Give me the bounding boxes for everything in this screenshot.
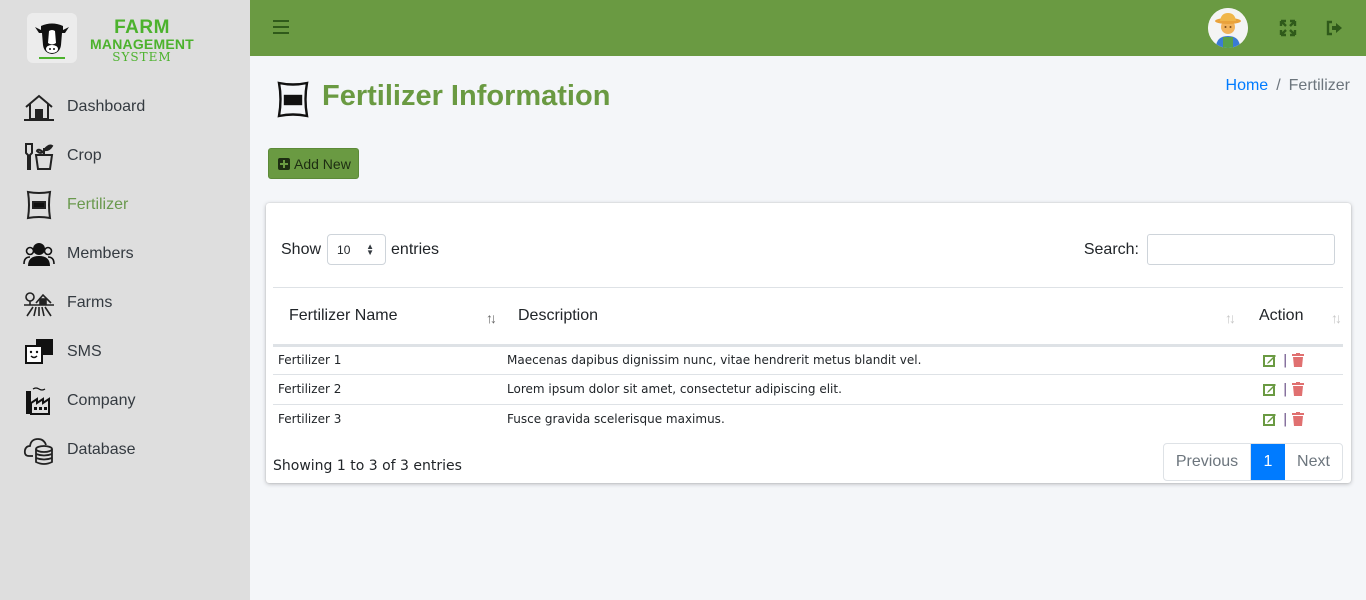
breadcrumb-current: Fertilizer <box>1288 77 1350 94</box>
fertilizer-name-cell: Fertilizer 1 <box>273 345 502 375</box>
users-icon <box>23 238 55 270</box>
previous-page-button[interactable]: Previous <box>1164 444 1251 480</box>
sidebar-item-label: Crop <box>67 146 102 164</box>
description-cell: Lorem ipsum dolor sit amet, consectetur … <box>502 374 1241 405</box>
brand-line-3: SYSTEM <box>112 50 172 64</box>
fertilizer-table: Fertilizer Name ↑↓ Description ↑↓ Action… <box>273 288 1343 434</box>
sidebar-item-fertilizer[interactable]: Fertilizer <box>0 180 250 229</box>
sidebar-item-crop[interactable]: Crop <box>0 131 250 180</box>
entries-per-page-value: 10 <box>337 242 351 257</box>
page-title: Fertilizer Information <box>322 80 611 112</box>
description-cell: Fusce gravida scelerisque maximus. <box>507 412 725 426</box>
plus-square-icon <box>278 157 290 170</box>
action-separator: | <box>1283 411 1288 427</box>
factory-icon <box>23 385 55 417</box>
expand-icon[interactable] <box>1278 18 1298 38</box>
edit-icon[interactable] <box>1263 412 1277 426</box>
fertilizer-name-cell: Fertilizer 3 <box>278 412 342 426</box>
cow-logo-icon <box>27 13 77 63</box>
column-header-action[interactable]: Action ↑↓ <box>1241 288 1343 347</box>
column-header-fertilizer-name[interactable]: Fertilizer Name ↑↓ <box>273 288 502 347</box>
breadcrumb-home-link[interactable]: Home <box>1226 77 1269 94</box>
show-label: Show <box>281 240 322 258</box>
sort-icon: ↑↓ <box>1331 310 1342 326</box>
select-arrows-icon: ▲ ▼ <box>366 242 375 257</box>
sort-icon: ↑↓ <box>1225 310 1236 326</box>
add-new-button[interactable]: Add New <box>268 148 359 179</box>
table-header-row: Fertilizer Name ↑↓ Description ↑↓ Action… <box>273 288 1343 347</box>
table-row: Fertilizer 1 Maecenas dapibus dignissim … <box>273 345 1343 375</box>
edit-icon[interactable] <box>1263 353 1277 368</box>
pagination: Previous 1 Next <box>1163 443 1343 481</box>
sidebar-item-company[interactable]: Company <box>0 376 250 425</box>
page-1-button[interactable]: 1 <box>1251 444 1285 480</box>
fertilizer-table-card: Show 10 ▲ ▼ entries Search: Fertilizer Na… <box>266 203 1351 483</box>
action-separator: | <box>1283 352 1288 368</box>
search-control: Search: <box>1084 234 1335 265</box>
search-input[interactable] <box>1147 234 1335 265</box>
sidebar-item-label: Farms <box>67 293 113 311</box>
house-icon <box>23 91 55 123</box>
sidebar-item-label: SMS <box>67 342 102 360</box>
action-cell: | <box>1241 404 1343 434</box>
farmer-avatar[interactable] <box>1208 8 1248 48</box>
sign-out-icon[interactable] <box>1324 18 1344 38</box>
trash-icon[interactable] <box>1292 382 1305 397</box>
entries-per-page-select[interactable]: 10 ▲ ▼ <box>327 234 387 265</box>
trash-icon[interactable] <box>1292 353 1305 368</box>
fertilizer-bag-icon <box>23 189 55 221</box>
cloud-database-icon <box>23 434 55 466</box>
sidebar-item-members[interactable]: Members <box>0 229 250 278</box>
action-separator: | <box>1283 381 1288 397</box>
sort-asc-icon: ↑↓ <box>486 310 497 326</box>
hamburger-icon[interactable] <box>273 20 289 34</box>
brand-line-2: MANAGEMENT <box>90 36 194 52</box>
breadcrumb: Home / Fertilizer <box>1226 77 1350 95</box>
search-label: Search: <box>1083 240 1139 258</box>
description-cell: Maecenas dapibus dignissim nunc, vitae h… <box>502 345 1241 375</box>
table-row: Fertilizer 2 Lorem ipsum dolor sit amet,… <box>273 374 1343 405</box>
table-row: Fertilizer 3 Fusce gravida scelerisque m… <box>273 404 1343 434</box>
action-cell: | <box>1241 374 1343 405</box>
sidebar-item-farms[interactable]: Farms <box>0 278 250 327</box>
fertilizer-name-cell: Fertilizer 2 <box>273 374 502 405</box>
edit-icon[interactable] <box>1263 382 1277 397</box>
farm-icon <box>23 287 55 319</box>
sidebar-item-label: Database <box>67 440 136 458</box>
chat-icon <box>23 336 55 368</box>
sidebar: FARM MANAGEMENT SYSTEM Dashboard Crop Fe… <box>0 0 250 600</box>
sidebar-item-sms[interactable]: SMS <box>0 327 250 376</box>
brand-line-1: FARM <box>114 17 170 38</box>
column-header-description[interactable]: Description ↑↓ <box>502 288 1241 347</box>
next-page-button[interactable]: Next <box>1285 444 1342 480</box>
sidebar-item-database[interactable]: Database <box>0 425 250 474</box>
trash-icon[interactable] <box>1292 412 1305 426</box>
brand[interactable]: FARM MANAGEMENT SYSTEM <box>0 0 250 76</box>
sidebar-item-label: Company <box>67 391 136 409</box>
sidebar-item-label: Members <box>67 244 134 262</box>
sidebar-item-label: Dashboard <box>67 97 146 115</box>
table-info: Showing 1 to 3 of 3 entries <box>273 458 462 474</box>
fertilizer-bag-icon <box>276 79 310 119</box>
length-control: Show 10 ▲ ▼ entries <box>281 234 439 265</box>
plant-pot-icon <box>23 140 55 172</box>
breadcrumb-separator: / <box>1276 77 1281 94</box>
sidebar-item-dashboard[interactable]: Dashboard <box>0 82 250 131</box>
topbar <box>250 0 1366 56</box>
sidebar-item-label: Fertilizer <box>67 195 129 213</box>
sidebar-nav: Dashboard Crop Fertilizer Members Farms <box>0 82 250 474</box>
add-new-label: Add New <box>294 155 351 172</box>
action-cell: | <box>1241 345 1343 375</box>
entries-label: entries <box>391 240 440 258</box>
